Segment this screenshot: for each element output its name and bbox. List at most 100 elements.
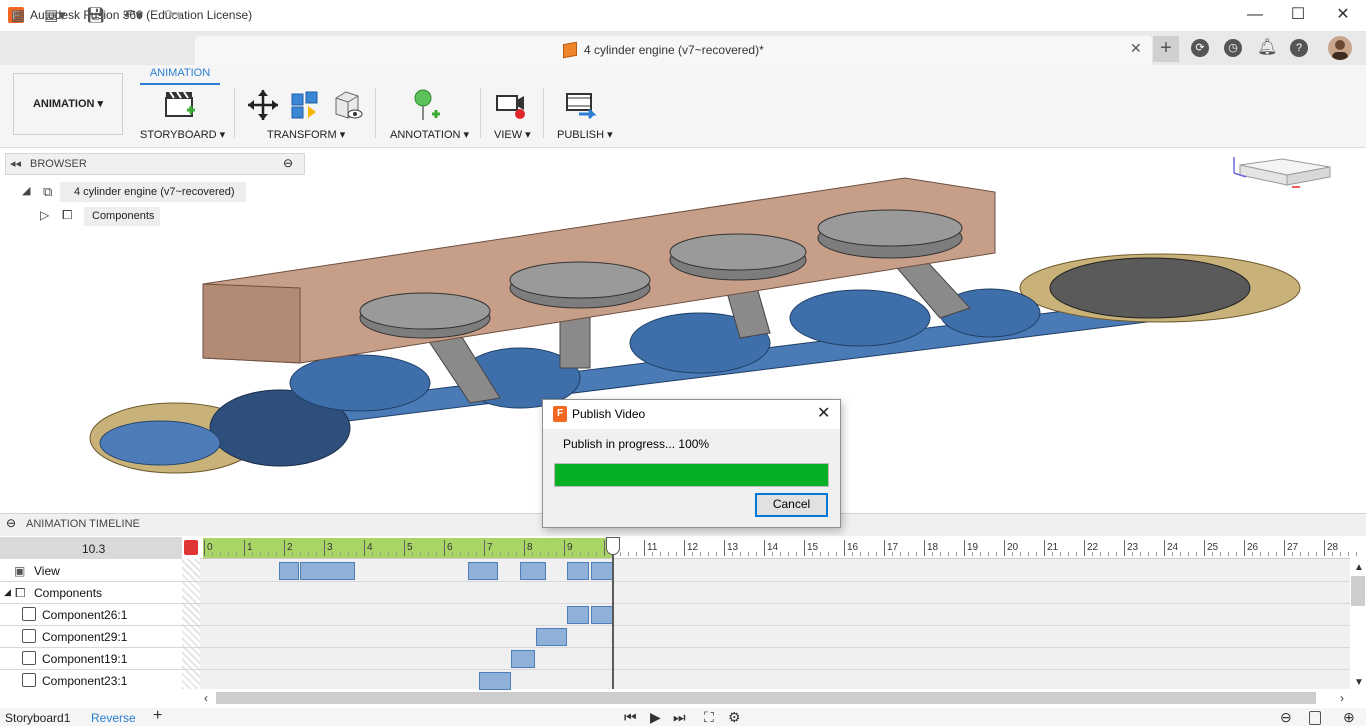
timeline-minor-tick <box>1220 552 1221 556</box>
redo-icon[interactable]: ↷▾ <box>158 6 188 26</box>
reverse-tab[interactable]: Reverse <box>91 711 136 725</box>
timeline-settings-gear-icon[interactable]: ⚙ <box>728 709 741 726</box>
timeline-tick-mark <box>1044 540 1045 556</box>
tab-animation[interactable]: ANIMATION <box>140 67 220 79</box>
timeline-minor-tick <box>1116 552 1117 556</box>
skip-to-start-icon[interactable]: ⏮ <box>624 709 637 726</box>
delete-trash-icon[interactable] <box>184 540 198 555</box>
view-camera-icon[interactable] <box>494 88 528 122</box>
notifications-bell-icon[interactable]: 🔔︎ <box>1257 39 1277 57</box>
zoom-slider-handle[interactable] <box>1309 711 1321 725</box>
timeline-playhead[interactable] <box>612 537 614 689</box>
new-tab-button[interactable]: + <box>1153 36 1179 62</box>
cancel-button[interactable]: Cancel <box>755 493 828 517</box>
row-view[interactable]: View <box>34 564 60 578</box>
zoom-in-icon[interactable]: ⊕ <box>1343 709 1355 726</box>
timeline-tick-mark <box>404 540 405 556</box>
annotation-pin-icon[interactable] <box>408 88 442 122</box>
skip-to-end-icon[interactable]: ⏭ <box>673 709 686 726</box>
timeline-tick-label: 3 <box>327 542 333 553</box>
zoom-out-icon[interactable]: ⊖ <box>1280 709 1292 726</box>
storyboard-group[interactable]: STORYBOARD ▾ <box>140 128 225 141</box>
play-icon[interactable]: ▶ <box>650 709 661 726</box>
storyboard-tab[interactable]: Storyboard1 <box>5 711 70 725</box>
scroll-left-arrow[interactable]: ‹ <box>204 691 208 705</box>
timeline-minor-tick <box>1156 552 1157 556</box>
timeline-tick-label: 27 <box>1287 542 1299 553</box>
horizontal-scrollbar[interactable] <box>216 692 1316 704</box>
minimize-button[interactable]: — <box>1232 0 1278 32</box>
timeline-tick-label: 16 <box>847 542 859 553</box>
timeline-minor-tick <box>708 552 709 556</box>
row-component19[interactable]: Component19:1 <box>42 652 127 666</box>
workspace-switcher[interactable]: ANIMATION ▾ <box>13 73 123 135</box>
viewcube-icon[interactable] <box>1232 155 1332 190</box>
playhead-handle[interactable] <box>606 537 620 555</box>
move-keyframe[interactable] <box>511 650 535 668</box>
collapse-browser-icon[interactable]: ◂◂ <box>10 157 21 170</box>
scroll-right-arrow[interactable]: › <box>1340 691 1344 705</box>
restore-home-icon[interactable] <box>330 88 364 122</box>
view-keyframe[interactable] <box>279 562 299 580</box>
timeline-minor-tick <box>1108 552 1109 556</box>
undo-icon[interactable]: ↶▾ <box>118 6 148 26</box>
components-row-expand-icon[interactable]: ◢ <box>4 587 11 598</box>
publish-group[interactable]: PUBLISH ▾ <box>557 128 613 141</box>
view-keyframe[interactable] <box>567 562 589 580</box>
dialog-close-icon[interactable]: ✕ <box>817 403 830 423</box>
timeline-minor-tick <box>236 552 237 556</box>
annotation-group[interactable]: ANNOTATION ▾ <box>390 128 469 141</box>
save-icon[interactable]: 💾︎ <box>86 6 105 26</box>
timeline-minor-tick <box>828 552 829 556</box>
move-keyframe[interactable] <box>567 606 589 624</box>
help-icon[interactable]: ? <box>1290 39 1308 57</box>
timeline-tick-mark <box>484 540 485 556</box>
view-group[interactable]: VIEW ▾ <box>494 128 531 141</box>
view-keyframe[interactable] <box>520 562 546 580</box>
timeline-minor-tick <box>980 552 981 556</box>
transform-group[interactable]: TRANSFORM ▾ <box>267 128 345 141</box>
view-keyframe[interactable] <box>468 562 498 580</box>
close-window-button[interactable]: ✕ <box>1320 0 1366 32</box>
publish-label: PUBLISH <box>557 129 605 141</box>
storyboard-label: STORYBOARD <box>140 129 217 141</box>
scroll-up-arrow[interactable]: ▲ <box>1354 562 1364 573</box>
storyboard-clapper-icon[interactable] <box>163 88 197 122</box>
job-status-icon[interactable]: ◷ <box>1224 39 1242 57</box>
timeline-minor-tick <box>908 552 909 556</box>
row-components[interactable]: Components <box>34 586 102 600</box>
move-keyframe[interactable] <box>479 672 511 690</box>
row-component23[interactable]: Component23:1 <box>42 674 127 688</box>
row-component26[interactable]: Component26:1 <box>42 608 127 622</box>
publish-video-icon[interactable] <box>565 88 599 122</box>
maximize-button[interactable]: ☐ <box>1275 0 1321 32</box>
extensions-icon[interactable]: ⟳ <box>1191 39 1209 57</box>
components-expand-icon[interactable]: ▷ <box>40 208 49 222</box>
user-avatar[interactable] <box>1328 36 1352 60</box>
timeline-minor-tick <box>580 552 581 556</box>
timeline-minor-tick <box>396 552 397 556</box>
toolbar-divider <box>480 88 481 138</box>
scroll-down-arrow[interactable]: ▼ <box>1354 677 1364 688</box>
browser-minus-icon[interactable]: ⊖ <box>283 156 293 170</box>
view-keyframe[interactable] <box>300 562 355 580</box>
fit-timeline-icon[interactable]: ⛶ <box>704 709 714 726</box>
view-keyframe[interactable] <box>591 562 613 580</box>
timeline-minor-tick <box>1276 552 1277 556</box>
add-storyboard-button[interactable]: + <box>153 707 162 725</box>
close-document-icon[interactable]: ✕ <box>1130 40 1142 57</box>
timeline-minor-tick <box>1348 552 1349 556</box>
move-keyframe[interactable] <box>591 606 613 624</box>
move-keyframe[interactable] <box>536 628 567 646</box>
transform-components-icon[interactable] <box>288 88 322 122</box>
row-component29[interactable]: Component29:1 <box>42 630 127 644</box>
data-panel-grid-icon[interactable]: ▦ <box>9 6 27 26</box>
collapse-timeline-icon[interactable]: ⊖ <box>6 516 16 530</box>
timeline-minor-tick <box>548 552 549 556</box>
root-expand-icon[interactable]: ◢ <box>22 184 30 197</box>
vertical-scrollbar[interactable] <box>1351 576 1365 606</box>
transform-move-icon[interactable] <box>246 88 280 122</box>
file-menu-icon[interactable]: ▤▾ <box>40 6 70 26</box>
root-node-label: 4 cylinder engine (v7~recovered) <box>74 186 235 198</box>
timeline-tick-mark <box>764 540 765 556</box>
